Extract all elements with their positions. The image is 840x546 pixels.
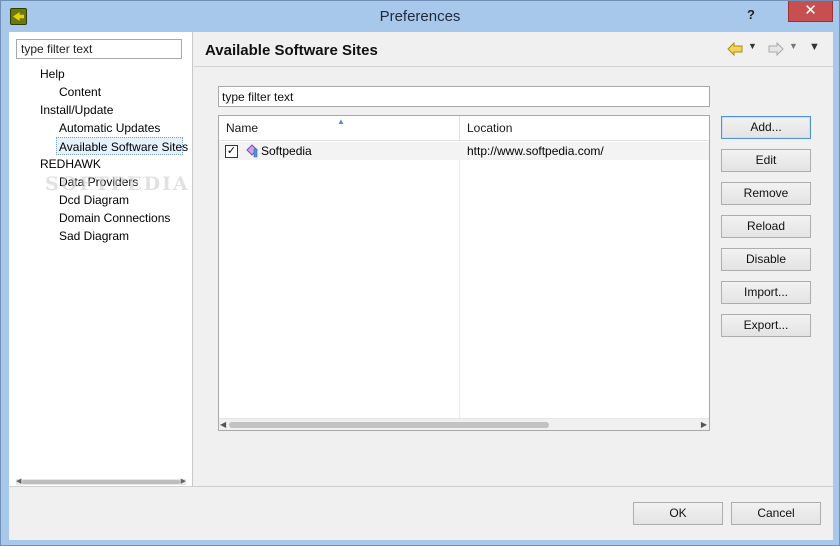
tree-item-domain-connections[interactable]: Domain Connections (59, 209, 170, 227)
tree-item-available-software-sites[interactable]: Available Software Sites (56, 137, 188, 155)
table-horizontal-scrollbar[interactable]: ◀ ▶ (219, 418, 709, 430)
edit-button[interactable]: Edit (721, 149, 811, 172)
reload-button[interactable]: Reload (721, 215, 811, 238)
tree-item-redhawk[interactable]: REDHAWK (40, 155, 101, 173)
back-history-dropdown-icon[interactable]: ▼ (748, 41, 757, 51)
tree-item-help[interactable]: Help (40, 65, 65, 83)
title-divider (194, 66, 833, 67)
preferences-window: Preferences ? ✕ type filter text Help Co… (0, 0, 840, 546)
site-enabled-checkbox[interactable]: ✓ (225, 145, 238, 158)
window-title: Preferences (379, 8, 461, 25)
help-icon[interactable]: ? (739, 6, 763, 24)
import-button[interactable]: Import... (721, 281, 811, 304)
column-header-location[interactable]: Location (460, 116, 709, 141)
page-title: Available Software Sites (205, 42, 378, 59)
scroll-right-icon[interactable]: ▶ (701, 420, 707, 429)
forward-history-dropdown-icon[interactable]: ▼ (789, 41, 798, 51)
page-navigation: ▼ ▼ ▼ (727, 41, 827, 59)
tree-item-dcd-diagram[interactable]: Dcd Diagram (59, 191, 129, 209)
remove-button[interactable]: Remove (721, 182, 811, 205)
table-row[interactable]: ✓ Softpedia http://www.softpedia.com/ (219, 142, 709, 160)
title-bar: Preferences ? ✕ (1, 1, 839, 32)
scroll-left-icon[interactable]: ◀ (220, 420, 226, 429)
chevron-down-icon[interactable]: ▼ (809, 41, 820, 53)
scrollbar-thumb[interactable] (229, 422, 549, 428)
tree-item-sad-diagram[interactable]: Sad Diagram (59, 227, 129, 245)
scroll-right-icon[interactable]: ▶ (181, 478, 186, 485)
preference-tree-pane: type filter text Help Content Install/Up… (9, 32, 193, 486)
site-name-cell: Softpedia (261, 144, 312, 158)
tree-filter-input[interactable]: type filter text (16, 39, 182, 59)
tree-item-data-providers[interactable]: Data Providers (59, 173, 138, 191)
tree-item-automatic-updates[interactable]: Automatic Updates (59, 119, 160, 137)
sort-ascending-icon: ▲ (337, 117, 345, 126)
tree-item-install-update[interactable]: Install/Update (40, 101, 113, 119)
add-button[interactable]: Add... (721, 116, 811, 139)
dialog-client-area: type filter text Help Content Install/Up… (9, 32, 833, 540)
preference-page: Available Software Sites ▼ ▼ ▼ type filt… (194, 32, 833, 486)
table-header: Name ▲ Location (219, 116, 709, 141)
scroll-left-icon[interactable]: ◀ (16, 478, 21, 485)
close-button[interactable]: ✕ (788, 1, 833, 22)
sites-filter-input[interactable]: type filter text (218, 86, 710, 107)
cancel-button[interactable]: Cancel (731, 502, 821, 525)
arrow-right-icon[interactable] (768, 41, 784, 57)
column-divider (459, 141, 460, 418)
export-button[interactable]: Export... (721, 314, 811, 337)
footer-divider (9, 486, 833, 487)
ok-button[interactable]: OK (633, 502, 723, 525)
update-site-icon (245, 143, 259, 158)
tree-item-content[interactable]: Content (59, 83, 101, 101)
software-sites-table: Name ▲ Location ✓ Softpedia http://www.s… (218, 115, 710, 431)
disable-button[interactable]: Disable (721, 248, 811, 271)
arrow-left-icon[interactable] (727, 41, 743, 57)
tree-horizontal-scrollbar[interactable]: ◀ ▶ (16, 478, 186, 485)
site-location-cell: http://www.softpedia.com/ (467, 144, 604, 158)
